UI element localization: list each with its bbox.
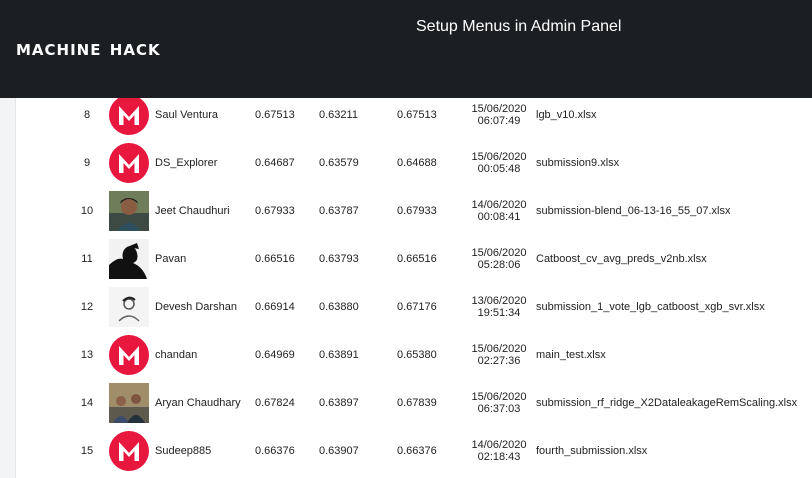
- top-header: Machine Hack Setup Menus in Admin Panel: [0, 0, 812, 98]
- rank-cell: 14: [80, 397, 94, 409]
- submission-date: 15/06/2020: [471, 247, 527, 259]
- submission-datetime: 13/06/2020 19:51:34: [467, 283, 531, 331]
- score-private: 0.63907: [319, 445, 359, 457]
- rank-cell: 9: [83, 157, 91, 169]
- table-row: 8 Saul Ventura 0.67513 0.63211 0.67513 15/06/…: [0, 91, 812, 139]
- leaderboard-table: 8 Saul Ventura 0.67513 0.63211 0.67513 15/06/…: [0, 91, 812, 475]
- score-best: 0.67839: [397, 397, 437, 409]
- user-name[interactable]: Pavan: [155, 235, 247, 283]
- rank-cell: 11: [81, 253, 93, 265]
- rank-cell: 13: [80, 349, 94, 361]
- score-best: 0.64688: [397, 157, 437, 169]
- score-public: 0.66376: [255, 445, 295, 457]
- brand-logo[interactable]: Machine Hack: [16, 36, 161, 60]
- avatar[interactable]: [109, 91, 149, 139]
- score-best: 0.66516: [397, 253, 437, 265]
- submission-date: 15/06/2020: [471, 391, 527, 403]
- user-name[interactable]: Sudeep885: [155, 427, 247, 475]
- submission-file[interactable]: lgb_v10.xlsx: [536, 91, 812, 139]
- score-public: 0.64687: [255, 157, 295, 169]
- submission-file[interactable]: fourth_submission.xlsx: [536, 427, 812, 475]
- user-name[interactable]: DS_Explorer: [155, 139, 247, 187]
- submission-file[interactable]: Catboost_cv_avg_preds_v2nb.xlsx: [536, 235, 812, 283]
- score-public: 0.67824: [255, 397, 295, 409]
- score-public: 0.67933: [255, 205, 295, 217]
- avatar[interactable]: [109, 331, 149, 379]
- submission-date: 15/06/2020: [471, 151, 527, 163]
- rank-cell: 12: [80, 301, 94, 313]
- rank-cell: 15: [80, 445, 94, 457]
- submission-time: 02:18:43: [477, 451, 521, 463]
- submission-file[interactable]: submission9.xlsx: [536, 139, 812, 187]
- score-private: 0.63880: [319, 301, 359, 313]
- score-public: 0.67513: [255, 109, 295, 121]
- table-row: 15 Sudeep885 0.66376 0.63907 0.66376 14/06/20…: [0, 427, 812, 475]
- submission-file[interactable]: submission_rf_ridge_X2DataleakageRemScal…: [536, 379, 812, 427]
- avatar[interactable]: [109, 283, 149, 331]
- avatar[interactable]: [109, 187, 149, 235]
- avatar[interactable]: [109, 235, 149, 283]
- submission-datetime: 15/06/2020 06:37:03: [467, 379, 531, 427]
- submission-datetime: 15/06/2020 06:07:49: [467, 91, 531, 139]
- table-row: 11 Pavan 0.66516 0.63793 0.66516 15/06/2020 05…: [0, 235, 812, 283]
- user-name[interactable]: Saul Ventura: [155, 91, 247, 139]
- submission-date: 14/06/2020: [471, 199, 527, 211]
- score-private: 0.63579: [319, 157, 359, 169]
- submission-time: 05:28:06: [477, 259, 521, 271]
- submission-datetime: 14/06/2020 02:18:43: [467, 427, 531, 475]
- avatar[interactable]: [109, 379, 149, 427]
- page-heading: Setup Menus in Admin Panel: [416, 18, 622, 35]
- submission-time: 00:08:41: [477, 211, 521, 223]
- avatar[interactable]: [109, 427, 149, 475]
- submission-file[interactable]: submission_1_vote_lgb_catboost_xgb_svr.x…: [536, 283, 812, 331]
- submission-time: 06:37:03: [477, 403, 521, 415]
- score-public: 0.66516: [255, 253, 295, 265]
- submission-time: 00:05:48: [477, 163, 521, 175]
- submission-file[interactable]: submission-blend_06-13-16_55_07.xlsx: [536, 187, 812, 235]
- score-private: 0.63793: [319, 253, 359, 265]
- submission-date: 15/06/2020: [471, 343, 527, 355]
- submission-datetime: 14/06/2020 00:08:41: [467, 187, 531, 235]
- submission-datetime: 15/06/2020 05:28:06: [467, 235, 531, 283]
- user-name[interactable]: chandan: [155, 331, 247, 379]
- score-best: 0.66376: [397, 445, 437, 457]
- submission-date: 13/06/2020: [471, 295, 527, 307]
- submission-time: 19:51:34: [477, 307, 521, 319]
- score-public: 0.64969: [255, 349, 295, 361]
- score-best: 0.67933: [397, 205, 437, 217]
- user-name[interactable]: Jeet Chaudhuri: [155, 187, 247, 235]
- score-private: 0.63891: [319, 349, 359, 361]
- submission-datetime: 15/06/2020 02:27:36: [467, 331, 531, 379]
- score-best: 0.67176: [397, 301, 437, 313]
- submission-file[interactable]: main_test.xlsx: [536, 331, 812, 379]
- submission-date: 15/06/2020: [471, 103, 527, 115]
- submission-time: 06:07:49: [477, 115, 521, 127]
- score-private: 0.63787: [319, 205, 359, 217]
- table-row: 9 DS_Explorer 0.64687 0.63579 0.64688 15/06/2…: [0, 139, 812, 187]
- submission-datetime: 15/06/2020 00:05:48: [467, 139, 531, 187]
- table-row: 13 chandan 0.64969 0.63891 0.65380 15/06/2020…: [0, 331, 812, 379]
- table-row: 14 Aryan Chaudhary 0.67824 0.63897 0.67839 15…: [0, 379, 812, 427]
- rank-cell: 10: [80, 205, 94, 217]
- score-private: 0.63211: [319, 109, 358, 121]
- submission-time: 02:27:36: [477, 355, 521, 367]
- score-best: 0.67513: [397, 109, 437, 121]
- user-name[interactable]: Devesh Darshan: [155, 283, 247, 331]
- score-best: 0.65380: [397, 349, 437, 361]
- submission-date: 14/06/2020: [471, 439, 527, 451]
- avatar[interactable]: [109, 139, 149, 187]
- rank-cell: 8: [83, 109, 91, 121]
- user-name[interactable]: Aryan Chaudhary: [155, 379, 247, 427]
- table-row: 10 Jeet Chaudhuri 0.67933 0.63787 0.67933 14/…: [0, 187, 812, 235]
- table-row: 12 Devesh Darshan 0.66914 0.63880 0.67176 13/…: [0, 283, 812, 331]
- score-private: 0.63897: [319, 397, 359, 409]
- score-public: 0.66914: [255, 301, 295, 313]
